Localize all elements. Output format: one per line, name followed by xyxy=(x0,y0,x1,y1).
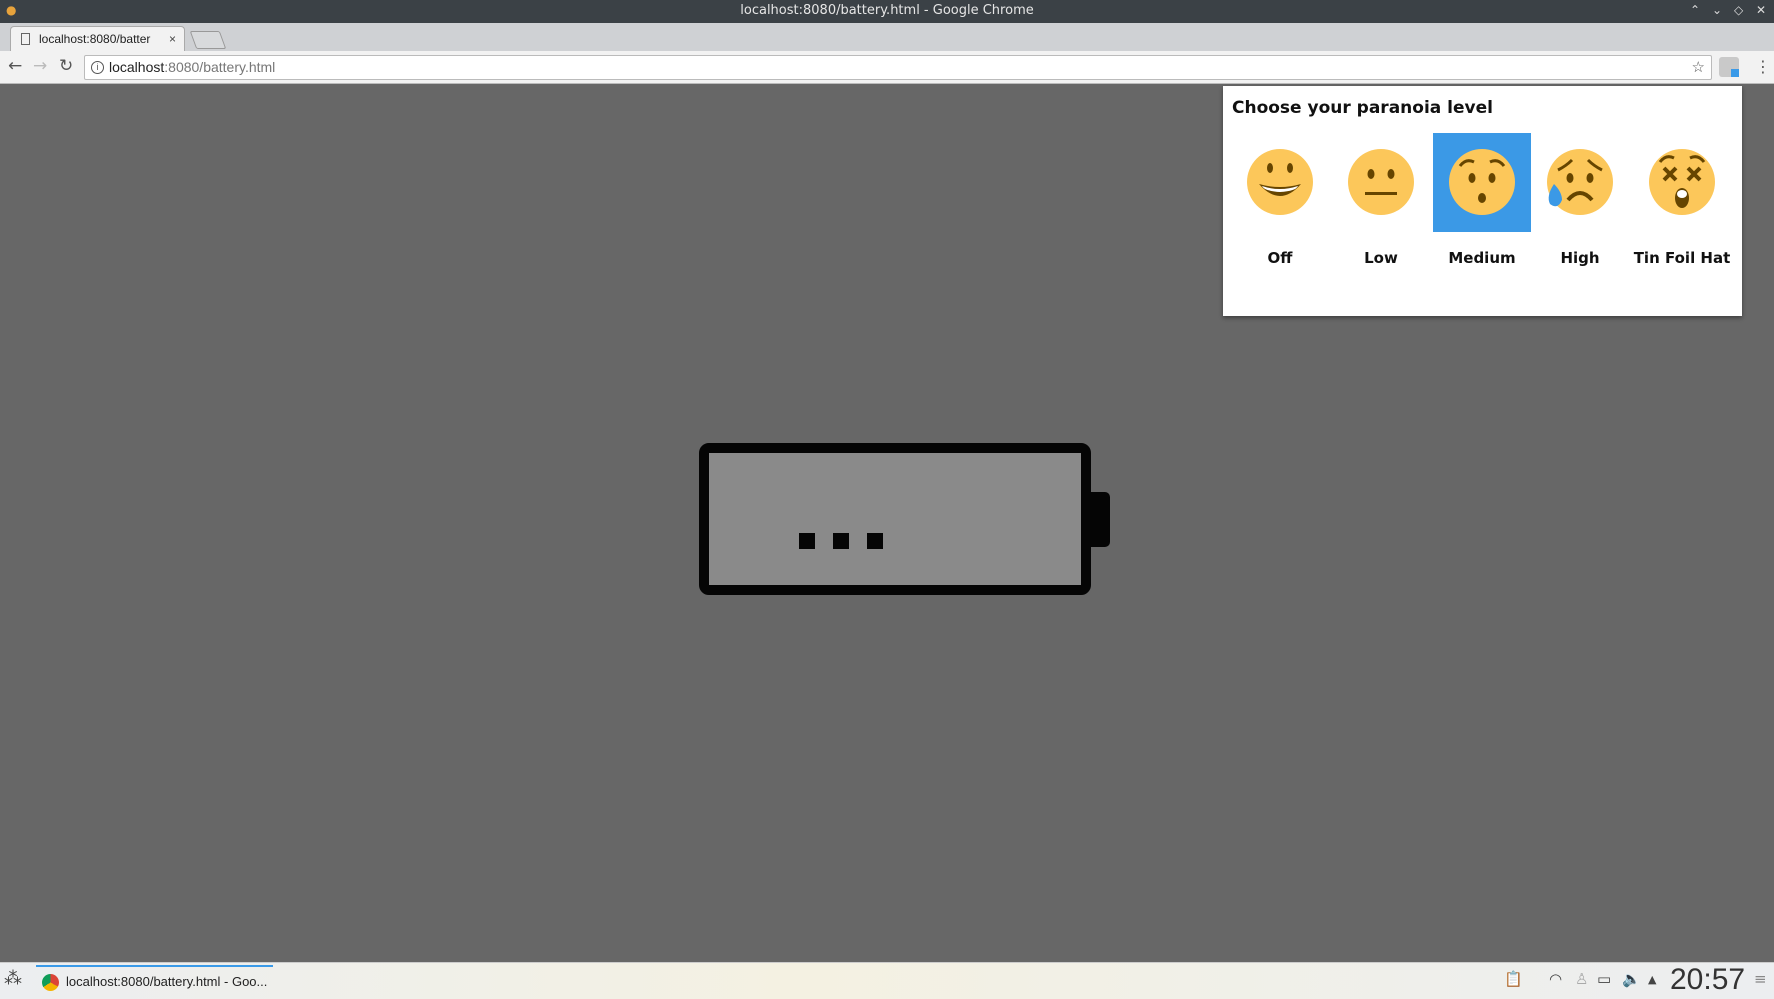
back-button[interactable]: ← xyxy=(8,56,22,76)
tab-strip: localhost:8080/batter × xyxy=(0,23,1774,51)
volume-icon[interactable]: 🔈 xyxy=(1622,970,1641,988)
taskbar-task-label: localhost:8080/battery.html - Goo... xyxy=(66,974,268,989)
forward-button[interactable]: → xyxy=(33,56,47,76)
grinning-face-icon xyxy=(1247,149,1313,215)
window-title-bar: localhost:8080/battery.html - Google Chr… xyxy=(0,0,1774,23)
window-title: localhost:8080/battery.html - Google Chr… xyxy=(740,3,1034,18)
extension-badge-icon xyxy=(1731,69,1739,77)
chrome-icon xyxy=(42,974,59,991)
bookmark-star-icon[interactable]: ☆ xyxy=(1692,56,1705,79)
address-bar[interactable]: i localhost:8080/battery.html ☆ xyxy=(84,55,1712,80)
battery-graphic xyxy=(699,443,1091,595)
taskbar: ⁂ localhost:8080/battery.html - Goo... 📋… xyxy=(0,962,1774,999)
tray-expand-icon[interactable]: ▲ xyxy=(1648,973,1656,986)
minimize-button[interactable]: ⌄ xyxy=(1712,0,1722,21)
dizzy-face-icon xyxy=(1649,149,1715,215)
document-icon xyxy=(21,33,30,45)
extension-button[interactable] xyxy=(1719,57,1739,77)
neutral-face-icon xyxy=(1348,149,1414,215)
info-icon[interactable]: i xyxy=(91,61,104,74)
maximize-button[interactable]: ◇ xyxy=(1734,0,1743,21)
reload-button[interactable]: ↻ xyxy=(59,56,73,76)
browser-toolbar: ← → ↻ i localhost:8080/battery.html ☆ ⋮ xyxy=(0,51,1774,84)
close-window-button[interactable]: ✕ xyxy=(1756,0,1766,21)
tab-close-button[interactable]: × xyxy=(169,27,176,51)
app-launcher-icon[interactable]: ⁂ xyxy=(4,968,22,989)
browser-menu-button[interactable]: ⋮ xyxy=(1755,57,1771,76)
paranoia-level-tin-foil-hat[interactable]: Tin Foil Hat xyxy=(1633,133,1731,267)
paranoia-popup: Choose your paranoia level Off Low Medium H… xyxy=(1223,86,1742,316)
url-host: localhost xyxy=(109,59,165,75)
clipboard-icon[interactable]: 📋 xyxy=(1504,970,1523,988)
clock: 20:57 xyxy=(1670,963,1746,996)
popup-title: Choose your paranoia level xyxy=(1232,98,1493,118)
paranoia-level-high[interactable]: High xyxy=(1531,133,1629,267)
url-path: :8080/battery.html xyxy=(164,59,276,75)
battery-terminal xyxy=(1090,492,1110,547)
tab-title: localhost:8080/batter xyxy=(39,32,151,46)
panel-menu-icon[interactable]: ≡ xyxy=(1754,970,1767,988)
taskbar-task-chrome[interactable]: localhost:8080/battery.html - Goo... xyxy=(36,965,273,997)
loading-dot xyxy=(833,533,849,549)
keep-above-button[interactable]: ⌃ xyxy=(1690,0,1700,21)
hushed-face-icon xyxy=(1449,149,1515,215)
wifi-icon[interactable]: ◠ xyxy=(1549,970,1562,988)
loading-dot xyxy=(799,533,815,549)
loading-dot xyxy=(867,533,883,549)
battery-icon[interactable]: ▭ xyxy=(1597,970,1611,988)
chrome-logo-icon: ● xyxy=(6,3,17,17)
tab-battery[interactable]: localhost:8080/batter × xyxy=(10,26,185,51)
sad-sweat-face-icon xyxy=(1547,149,1613,215)
new-tab-button[interactable] xyxy=(189,31,227,49)
paranoia-level-off[interactable]: Off xyxy=(1231,133,1329,267)
level-label: Tin Foil Hat xyxy=(1633,249,1731,267)
user-icon[interactable]: ♙ xyxy=(1575,970,1588,988)
paranoia-level-low[interactable]: Low xyxy=(1332,133,1430,267)
paranoia-level-medium[interactable]: Medium xyxy=(1433,133,1531,267)
